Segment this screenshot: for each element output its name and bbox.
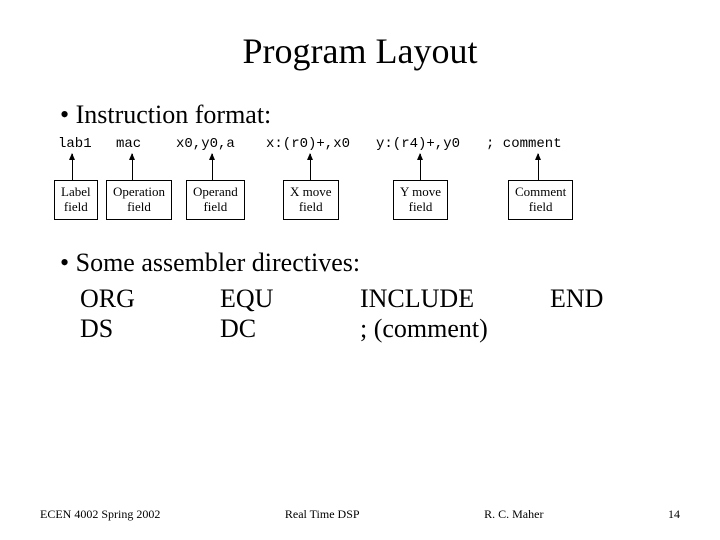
bullet-directives: Some assembler directives:	[60, 248, 680, 278]
arrow-label	[72, 154, 73, 180]
code-xmove: x:(r0)+,x0	[266, 136, 376, 152]
directives-row-1: ORG EQU INCLUDE END	[80, 284, 680, 314]
arrow-operand	[212, 154, 213, 180]
code-op: mac	[116, 136, 176, 152]
dir-org: ORG	[80, 284, 220, 314]
instruction-code-row: lab1 mac x0,y0,a x:(r0)+,x0 y:(r4)+,y0 ;…	[58, 136, 680, 152]
code-comment: ; comment	[486, 136, 596, 152]
box-operand-field: Operandfield	[186, 180, 245, 220]
footer-author: R. C. Maher	[484, 507, 543, 522]
arrow-op	[132, 154, 133, 180]
slide-title: Program Layout	[40, 30, 680, 72]
dir-ds: DS	[80, 314, 220, 344]
dir-dc: DC	[220, 314, 360, 344]
box-label-field: Labelfield	[54, 180, 98, 220]
dir-comment: ; (comment)	[360, 314, 488, 344]
box-ymove-field: Y movefield	[393, 180, 448, 220]
arrow-comment	[538, 154, 539, 180]
field-diagram: Labelfield Operationfield Operandfield X…	[58, 154, 680, 226]
dir-end: END	[550, 284, 603, 314]
dir-equ: EQU	[220, 284, 360, 314]
code-label: lab1	[58, 136, 116, 152]
box-operation-field: Operationfield	[106, 180, 172, 220]
box-xmove-field: X movefield	[283, 180, 339, 220]
arrow-ymove	[420, 154, 421, 180]
slide-footer: ECEN 4002 Spring 2002 Real Time DSP R. C…	[40, 507, 680, 522]
code-ymove: y:(r4)+,y0	[376, 136, 486, 152]
code-operand: x0,y0,a	[176, 136, 266, 152]
arrow-xmove	[310, 154, 311, 180]
footer-page: 14	[668, 507, 680, 522]
footer-topic: Real Time DSP	[285, 507, 360, 522]
dir-include: INCLUDE	[360, 284, 550, 314]
box-comment-field: Commentfield	[508, 180, 573, 220]
footer-course: ECEN 4002 Spring 2002	[40, 507, 160, 522]
directives-row-2: DS DC ; (comment)	[80, 314, 680, 344]
bullet-instruction-format: Instruction format:	[60, 100, 680, 130]
